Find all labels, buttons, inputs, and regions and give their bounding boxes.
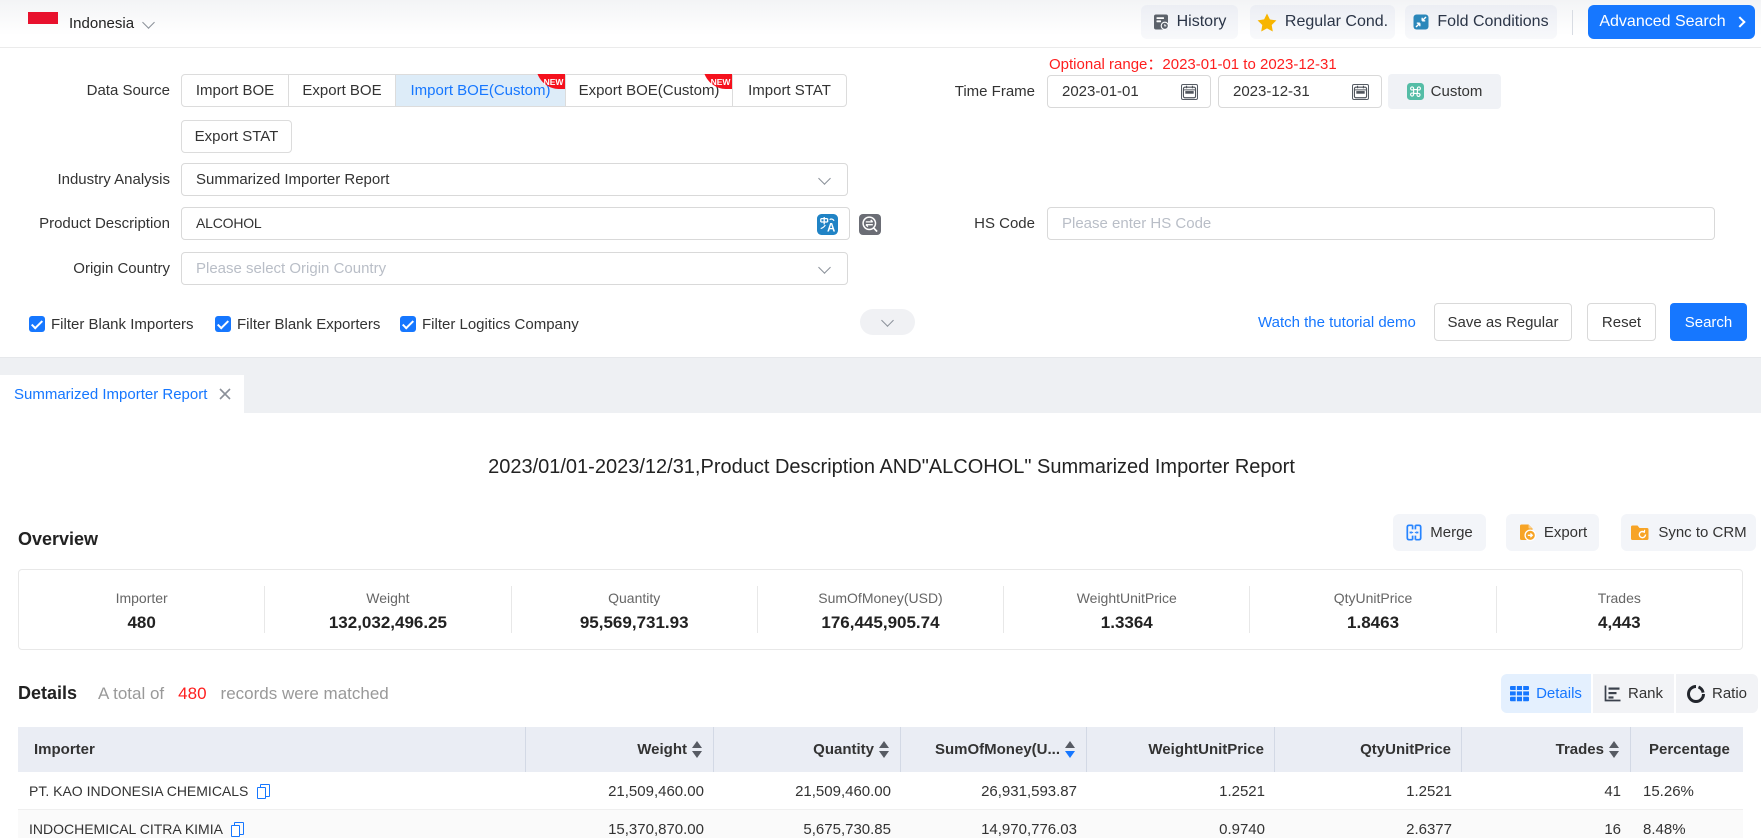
svg-text:NEW: NEW	[711, 77, 732, 87]
svg-text:A: A	[827, 223, 835, 235]
svg-text:NEW: NEW	[544, 77, 565, 87]
